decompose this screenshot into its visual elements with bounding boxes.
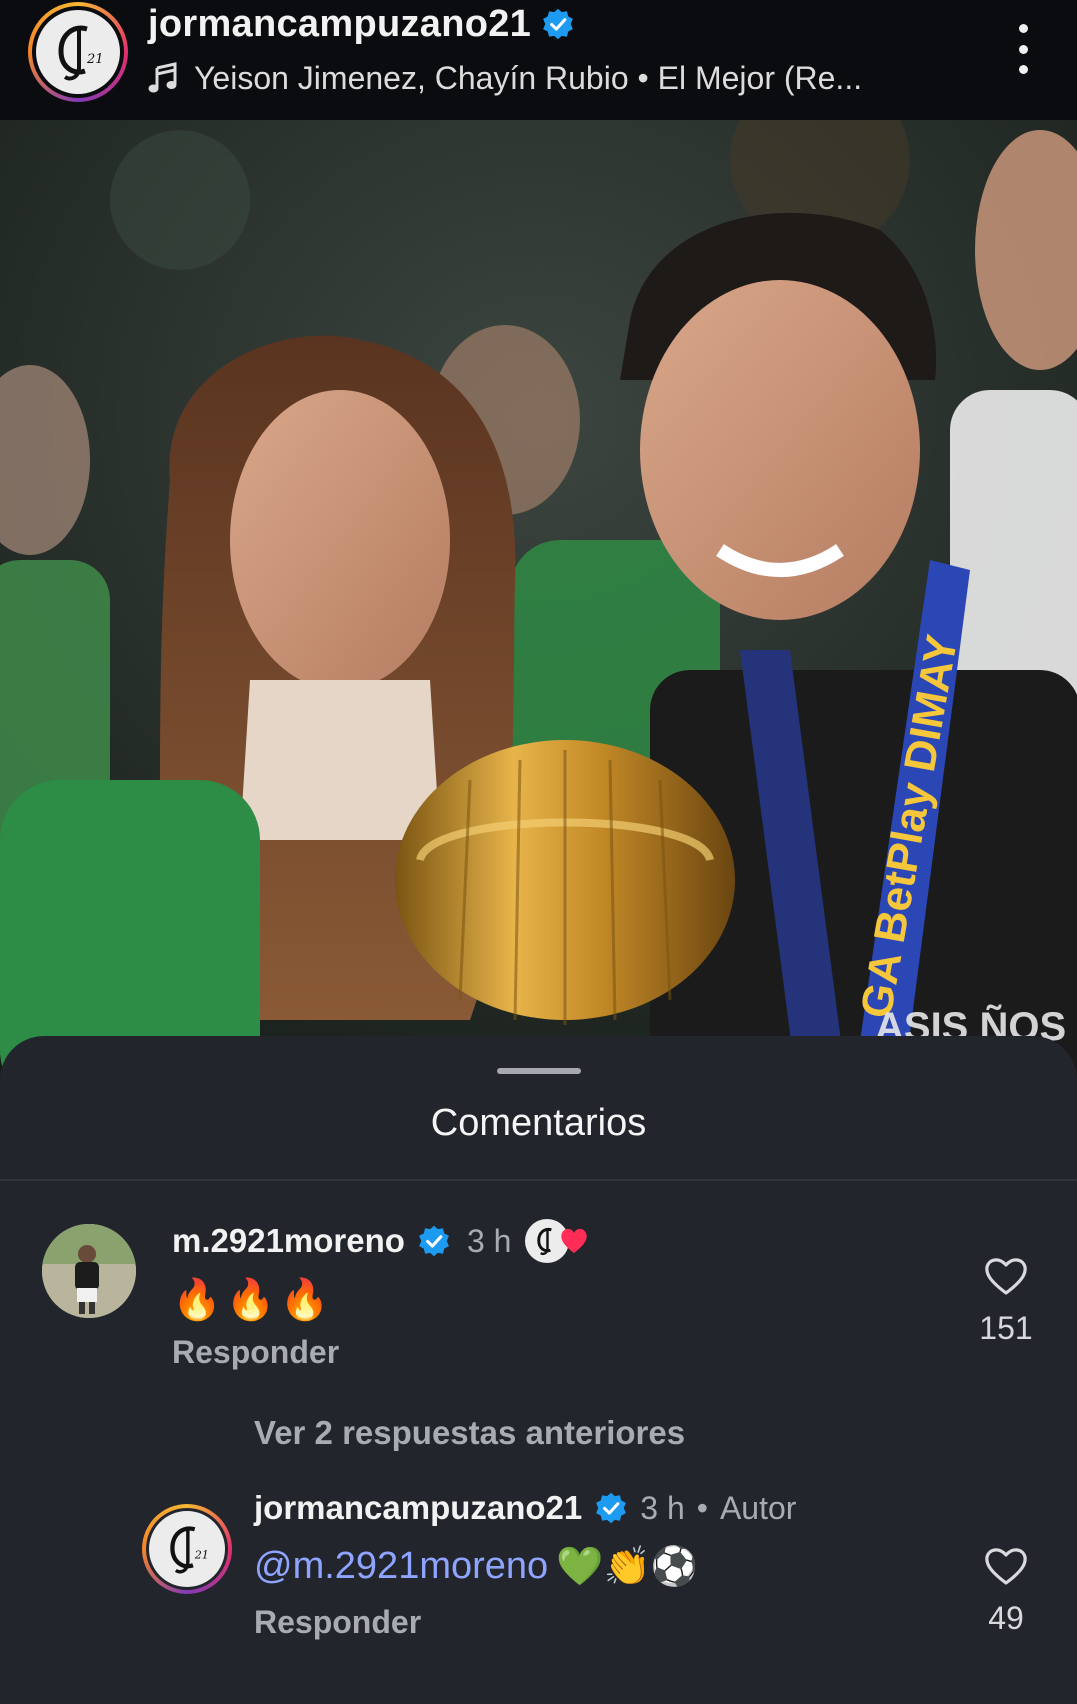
- photo-illustration: GA BetPlay DIMAY ASIS ÑOS: [0, 120, 1077, 1110]
- comment-like: 151: [966, 1256, 1046, 1347]
- svg-text:21: 21: [86, 52, 104, 67]
- author-badge: Autor: [719, 1489, 797, 1526]
- verified-badge-icon: [596, 1492, 627, 1524]
- more-options-icon[interactable]: [1005, 24, 1041, 74]
- comment-time: 3 h: [466, 1222, 512, 1259]
- jc21-logo-icon: 21: [36, 10, 120, 94]
- reply-author-avatar[interactable]: 21: [142, 1504, 232, 1594]
- music-row[interactable]: Yeison Jimenez, Chayín Rubio • El Mejor …: [148, 56, 862, 100]
- svg-text:21: 21: [194, 1548, 209, 1561]
- like-count: 151: [979, 1310, 1033, 1346]
- verified-badge-icon: [419, 1225, 449, 1257]
- reply-header-row: jormancampuzano21 3 h • Autor: [254, 1486, 796, 1530]
- commenter-avatar[interactable]: [42, 1224, 136, 1318]
- author-avatar[interactable]: 21: [28, 2, 128, 102]
- music-note-icon: [148, 62, 177, 93]
- sheet-title: Comentarios: [430, 1102, 647, 1144]
- reply-button[interactable]: Responder: [172, 1334, 339, 1371]
- sheet-divider: [0, 1179, 1077, 1181]
- comment-header-row: m.2921moreno 3 h: [172, 1219, 595, 1263]
- reply-like: 49: [966, 1546, 1046, 1637]
- verified-badge-icon: [543, 8, 573, 40]
- reply-text: @m.2921moreno 💚👏⚽: [254, 1544, 698, 1589]
- author-username[interactable]: jormancampuzano21: [148, 3, 531, 46]
- reply-mention-link[interactable]: @m.2921moreno: [254, 1545, 548, 1588]
- like-count: 49: [988, 1600, 1024, 1636]
- comment-text: 🔥🔥🔥: [172, 1277, 334, 1323]
- sheet-drag-handle[interactable]: [497, 1068, 581, 1074]
- view-replies-button[interactable]: Ver 2 respuestas anteriores: [254, 1414, 685, 1452]
- reply-button[interactable]: Responder: [254, 1604, 421, 1641]
- music-track-label: Yeison Jimenez, Chayín Rubio • El Mejor …: [194, 59, 863, 96]
- heart-outline-icon[interactable]: [984, 1546, 1028, 1586]
- reply-time: 3 h: [640, 1489, 685, 1526]
- liked-by-author-icon: [525, 1219, 595, 1263]
- jc21-logo-icon: 21: [149, 1511, 225, 1587]
- instagram-reel-comments-screen: 21 jormancampuzano21 Yeison Jimenez, Cha…: [0, 0, 1077, 1704]
- post-header: 21 jormancampuzano21 Yeison Jimenez, Cha…: [0, 0, 1077, 120]
- reply-emojis: 💚👏⚽: [556, 1544, 699, 1588]
- comments-sheet: Comentarios m.2921moreno 3 h 🔥🔥🔥 Respond…: [0, 1036, 1077, 1704]
- dot-separator: •: [696, 1489, 708, 1526]
- author-username-row[interactable]: jormancampuzano21: [148, 0, 575, 48]
- heart-outline-icon[interactable]: [984, 1256, 1028, 1296]
- post-photo[interactable]: GA BetPlay DIMAY ASIS ÑOS: [0, 120, 1077, 1110]
- comment-username[interactable]: m.2921moreno: [172, 1222, 405, 1260]
- reply-username[interactable]: jormancampuzano21: [254, 1489, 582, 1527]
